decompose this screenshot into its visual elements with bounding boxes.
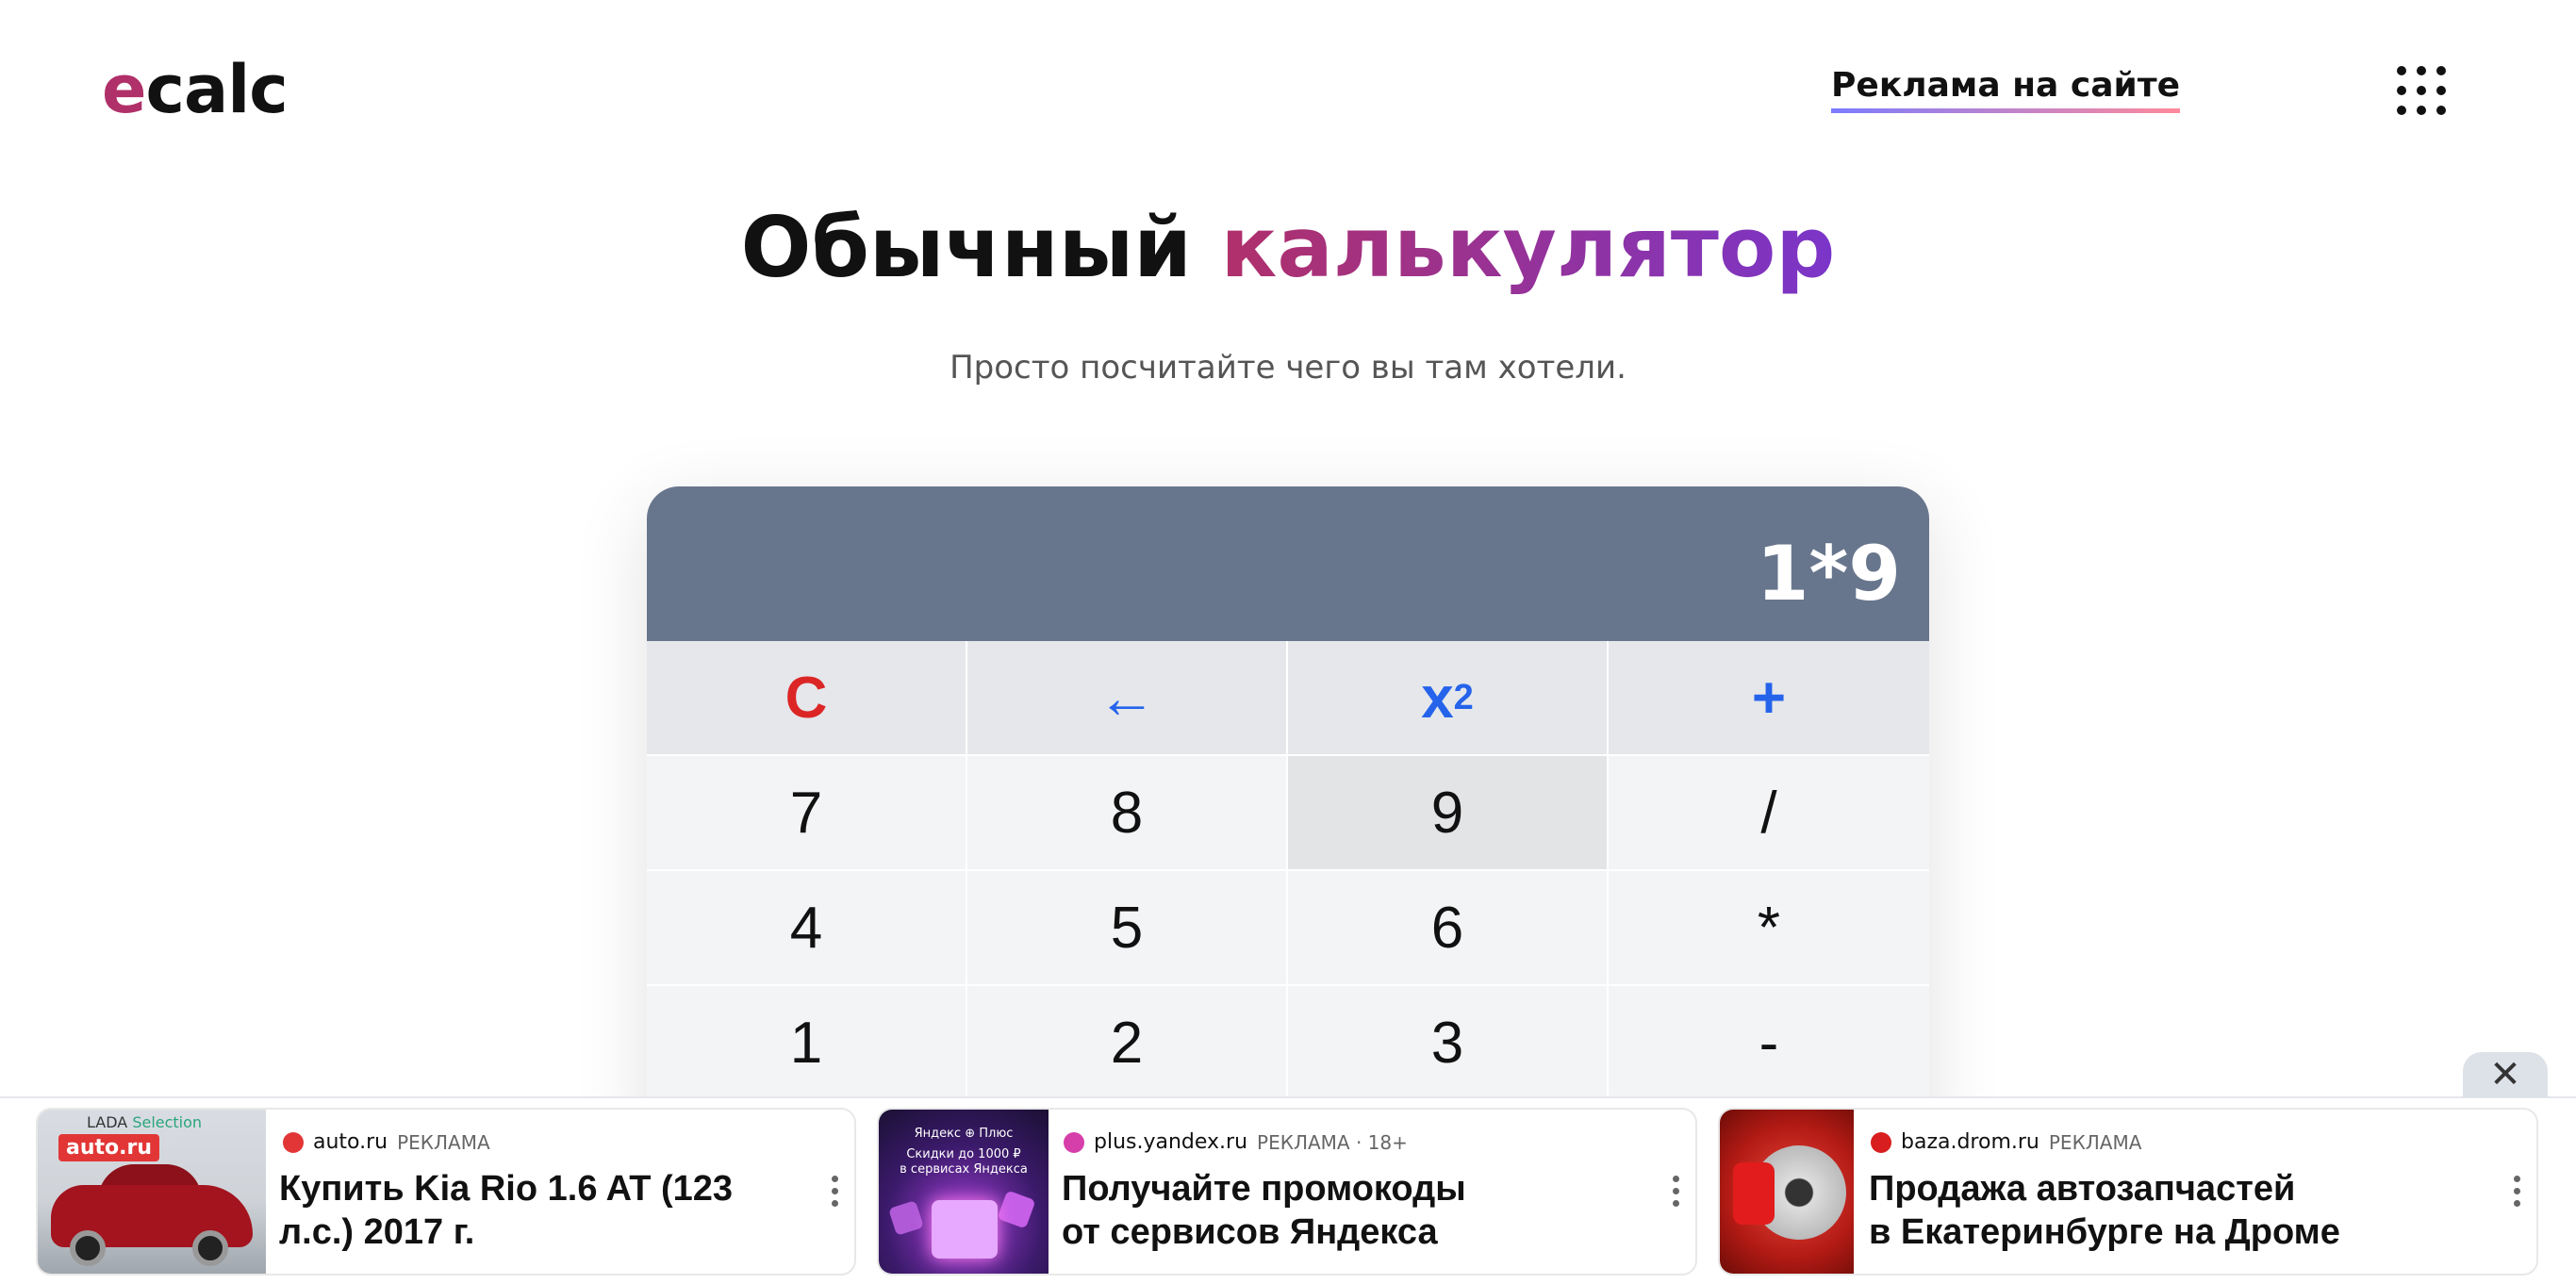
grid-dots-icon[interactable] [2397,66,2446,115]
promo-thumbnail: Яндекс ⊕ Плюс Скидки до 1000 ₽ в сервиса… [879,1110,1049,1274]
page-title-word-1: Обычный [740,199,1192,296]
digit-3-button[interactable]: 3 [1288,986,1609,1101]
ad-card-autoru[interactable]: LADA Selection auto.ru auto.ru РЕКЛАМА К… [36,1108,856,1276]
clear-button[interactable]: C [647,641,967,756]
thumb-brand-label: auto.ru [58,1134,160,1161]
backspace-button[interactable]: ← [967,641,1288,756]
digit-9-button[interactable]: 9 [1288,756,1609,871]
square-button-base: x [1421,665,1454,731]
ad-card-yandex-plus[interactable]: Яндекс ⊕ Плюс Скидки до 1000 ₽ в сервиса… [877,1108,1697,1276]
digit-6-button[interactable]: 6 [1288,871,1609,986]
more-options-icon[interactable] [832,1176,839,1207]
logo-letter-e: e [102,51,146,128]
gift-icon [932,1200,998,1259]
digit-1-button[interactable]: 1 [647,986,967,1101]
ad-label: РЕКЛАМА [397,1130,490,1154]
plus-button[interactable]: + [1609,641,1929,756]
advertise-link[interactable]: Реклама на сайте [1831,66,2180,113]
ad-headline: Купить Kia Rio 1.6 AT (123 л.с.) 2017 г. [279,1169,734,1252]
yandex-plus-favicon-icon [1064,1131,1084,1153]
digit-7-button[interactable]: 7 [647,756,967,871]
ad-source: plus.yandex.ru [1094,1130,1248,1154]
page-title-word-2: калькулятор [1220,199,1836,296]
digit-2-button[interactable]: 2 [967,986,1288,1101]
multiply-button[interactable]: * [1609,871,1929,986]
ad-source: baza.drom.ru [1901,1130,2039,1154]
autoru-favicon-icon [283,1131,304,1153]
page-subtitle: Просто посчитайте чего вы там хотели. [949,349,1627,387]
calculator: 1*9 C ← x2 + 7 8 9 / 4 5 6 * 1 2 3 - [647,486,1929,1165]
ad-headline: Получайте промокоды от сервисов Яндекса [1062,1169,1466,1252]
divide-button[interactable]: / [1609,756,1929,871]
minus-button[interactable]: - [1609,986,1929,1101]
logo[interactable]: ecalc [102,57,289,123]
ad-source: auto.ru [313,1130,388,1154]
ad-meta: auto.ru РЕКЛАМА [283,1130,490,1154]
drom-favicon-icon [1871,1131,1891,1153]
close-icon[interactable]: ✕ [2463,1052,2548,1097]
thumb-promo-text: Скидки до 1000 ₽ в сервисах Яндекса [900,1147,1028,1177]
digit-5-button[interactable]: 5 [967,871,1288,986]
thumb-brand-label: Яндекс ⊕ Плюс [914,1127,1014,1141]
ad-meta: baza.drom.ru РЕКЛАМА [1871,1130,2141,1154]
digit-4-button[interactable]: 4 [647,871,967,986]
square-button-exponent: 2 [1453,677,1474,717]
more-options-icon[interactable] [1673,1176,1680,1207]
calculator-keypad: C ← x2 + 7 8 9 / 4 5 6 * 1 2 3 - [647,641,1929,1101]
digit-8-button[interactable]: 8 [967,756,1288,871]
ad-card-drom[interactable]: baza.drom.ru РЕКЛАМА Продажа автозапчаст… [1718,1108,2538,1276]
ad-label: РЕКЛАМА [2048,1130,2142,1154]
car-thumbnail: LADA Selection auto.ru [38,1110,266,1274]
ad-headline: Продажа автозапчастей в Екатеринбурге на… [1869,1169,2340,1252]
square-button[interactable]: x2 [1288,641,1609,756]
thumb-lada-label: LADA Selection [87,1113,203,1131]
ad-label: РЕКЛАМА · 18+ [1257,1130,1408,1154]
logo-text: calc [145,51,288,128]
more-options-icon[interactable] [2514,1176,2521,1207]
page-title: Обычный калькулятор [0,202,2576,294]
calculator-display: 1*9 [647,486,1929,641]
ad-meta: plus.yandex.ru РЕКЛАМА · 18+ [1064,1130,1408,1154]
brake-thumbnail [1720,1110,1854,1274]
